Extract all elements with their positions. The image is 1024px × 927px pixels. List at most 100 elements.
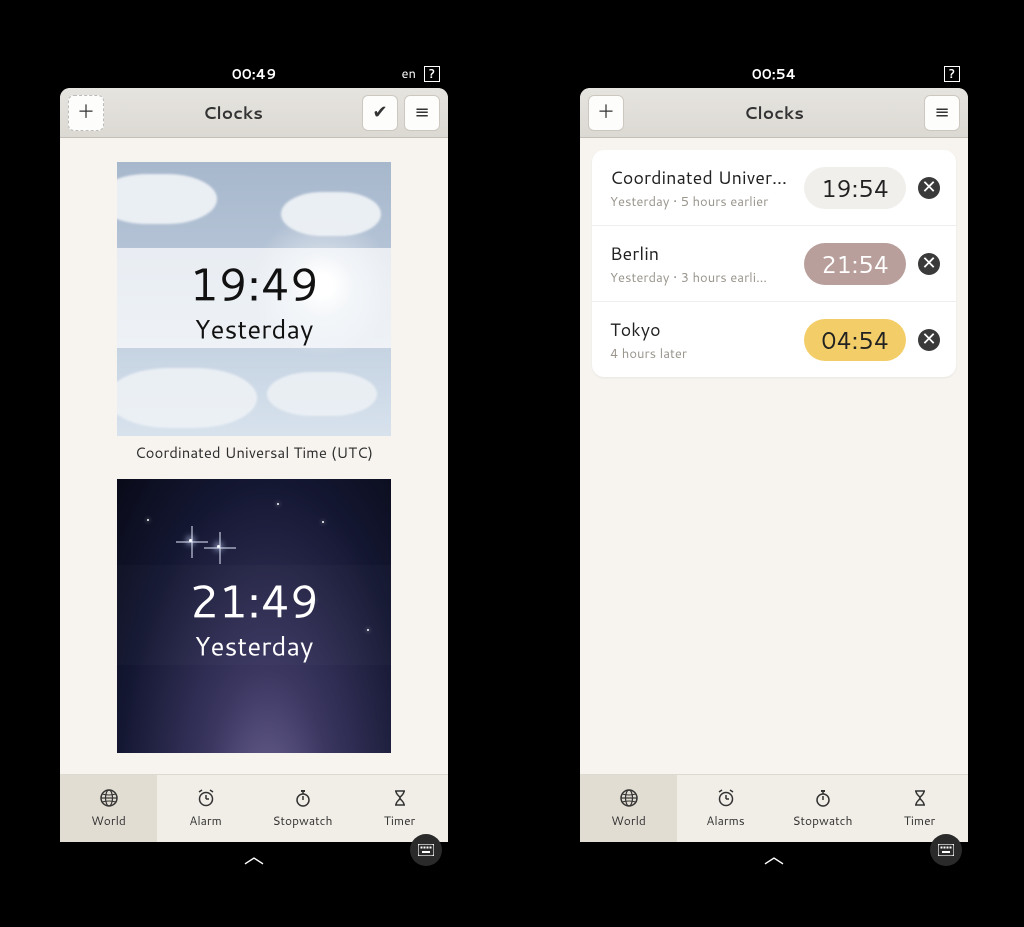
keyboard-icon xyxy=(418,844,434,856)
tab-alarms[interactable]: Alarms xyxy=(677,775,774,842)
delete-row-button[interactable]: ✕ xyxy=(918,329,940,351)
world-clock-row[interactable]: Berlin Yesterday • 3 hours earli… 21:54 … xyxy=(592,226,956,302)
row-city: Coordinated Univer… xyxy=(610,164,794,190)
tab-world[interactable]: World xyxy=(580,775,677,842)
app-window: ＋ Clocks ✔ ≡ 19:49 Yester xyxy=(60,88,448,842)
row-description: 4 hours later xyxy=(610,345,794,363)
tab-timer[interactable]: Timer xyxy=(871,775,968,842)
tile-time-sub: Yesterday xyxy=(117,312,391,348)
bottom-tabs: World Alarm Stopwatch xyxy=(60,774,448,842)
tab-label: Alarm xyxy=(189,812,222,829)
header-bar: ＋ Clocks ✔ ≡ xyxy=(60,88,448,138)
tile-time-value: 21:49 xyxy=(117,568,391,633)
tab-world[interactable]: World xyxy=(60,775,157,842)
tab-stopwatch[interactable]: Stopwatch xyxy=(254,775,351,842)
row-description: Yesterday • 3 hours earli… xyxy=(610,269,794,287)
cloud-decoration xyxy=(117,368,257,428)
tile-time: 19:49 Yesterday xyxy=(117,251,391,348)
tile-time-value: 19:49 xyxy=(117,251,391,316)
row-city: Berlin xyxy=(610,240,794,266)
content-area[interactable]: Coordinated Univer… Yesterday • 5 hours … xyxy=(580,138,968,774)
close-icon: ✕ xyxy=(921,179,936,197)
hamburger-icon: ≡ xyxy=(414,104,429,122)
tab-label: Timer xyxy=(904,812,935,829)
delete-row-button[interactable]: ✕ xyxy=(918,253,940,275)
menu-button[interactable]: ≡ xyxy=(404,95,440,131)
row-text: Berlin Yesterday • 3 hours earli… xyxy=(610,240,804,287)
bottom-tabs: World Alarms Stopwatc xyxy=(580,774,968,842)
world-clock-list: Coordinated Univer… Yesterday • 5 hours … xyxy=(592,150,956,377)
header-title: Clocks xyxy=(630,101,918,125)
row-description: Yesterday • 5 hours earlier xyxy=(610,193,794,211)
phone-left: 00:49 en ? ＋ Clocks ✔ ≡ xyxy=(60,60,448,870)
stopwatch-icon xyxy=(813,788,833,808)
delete-row-button[interactable]: ✕ xyxy=(918,177,940,199)
globe-icon xyxy=(619,788,639,808)
star-decoration xyxy=(187,537,197,547)
tile-caption: Coordinated Universal Time (UTC) xyxy=(72,442,436,463)
header-title: Clocks xyxy=(110,101,356,125)
tab-label: World xyxy=(91,812,126,829)
star-decoration xyxy=(277,503,279,505)
app-window: ＋ Clocks ≡ Coordinated Univer… Yesterday… xyxy=(580,88,968,842)
plus-icon: ＋ xyxy=(77,104,95,122)
tile-time: 21:49 Yesterday xyxy=(117,568,391,665)
cloud-decoration xyxy=(117,174,217,224)
cloud-decoration xyxy=(281,192,381,236)
star-decoration xyxy=(147,519,149,521)
stopwatch-icon xyxy=(293,788,313,808)
tab-alarm[interactable]: Alarm xyxy=(157,775,254,842)
nav-strip: ︿ xyxy=(580,842,968,870)
tab-stopwatch[interactable]: Stopwatch xyxy=(774,775,871,842)
keyboard-button[interactable] xyxy=(410,834,442,866)
alarm-icon xyxy=(716,788,736,808)
phone-right: 00:54 ? ＋ Clocks ≡ Coordinated Univer… Y… xyxy=(580,60,968,870)
menu-button[interactable]: ≡ xyxy=(924,95,960,131)
hamburger-icon: ≡ xyxy=(934,104,949,122)
status-time: 00:54 xyxy=(752,64,797,84)
status-help-icon: ? xyxy=(424,66,440,82)
chevron-up-icon[interactable]: ︿ xyxy=(764,846,784,866)
close-icon: ✕ xyxy=(921,331,936,349)
plus-icon: ＋ xyxy=(597,104,615,122)
hourglass-icon xyxy=(910,788,930,808)
status-time: 00:49 xyxy=(232,64,277,84)
add-clock-button[interactable]: ＋ xyxy=(588,95,624,131)
row-time-pill: 04:54 xyxy=(804,319,906,361)
select-button[interactable]: ✔ xyxy=(362,95,398,131)
hourglass-icon xyxy=(390,788,410,808)
globe-icon xyxy=(99,788,119,808)
chevron-up-icon[interactable]: ︿ xyxy=(244,846,264,866)
row-text: Coordinated Univer… Yesterday • 5 hours … xyxy=(610,164,804,211)
star-decoration xyxy=(322,521,324,523)
tab-label: Stopwatch xyxy=(272,812,332,829)
tab-timer[interactable]: Timer xyxy=(351,775,448,842)
row-city: Tokyo xyxy=(610,316,794,342)
world-clock-tile[interactable]: 19:49 Yesterday xyxy=(117,162,391,436)
alarm-icon xyxy=(196,788,216,808)
tab-label: Alarms xyxy=(706,812,744,829)
keyboard-icon xyxy=(938,844,954,856)
tab-label: Timer xyxy=(384,812,415,829)
star-decoration xyxy=(215,543,225,553)
world-clock-row[interactable]: Tokyo 4 hours later 04:54 ✕ xyxy=(592,302,956,377)
nav-strip: ︿ xyxy=(60,842,448,870)
keyboard-button[interactable] xyxy=(930,834,962,866)
row-time-pill: 19:54 xyxy=(804,167,906,209)
add-clock-button[interactable]: ＋ xyxy=(68,95,104,131)
check-icon: ✔ xyxy=(372,104,387,122)
tile-time-sub: Yesterday xyxy=(117,629,391,665)
tab-label: Stopwatch xyxy=(792,812,852,829)
close-icon: ✕ xyxy=(921,255,936,273)
cloud-decoration xyxy=(267,372,377,416)
row-text: Tokyo 4 hours later xyxy=(610,316,804,363)
world-clock-row[interactable]: Coordinated Univer… Yesterday • 5 hours … xyxy=(592,150,956,226)
status-bar: 00:54 ? xyxy=(580,60,968,88)
status-language: en xyxy=(402,65,416,83)
world-clock-tile[interactable]: 21:49 Yesterday xyxy=(117,479,391,753)
status-bar: 00:49 en ? xyxy=(60,60,448,88)
tab-label: World xyxy=(611,812,646,829)
content-area[interactable]: 19:49 Yesterday Coordinated Universal Ti… xyxy=(60,138,448,774)
row-time-pill: 21:54 xyxy=(804,243,906,285)
world-clock-tiles: 19:49 Yesterday Coordinated Universal Ti… xyxy=(60,138,448,771)
